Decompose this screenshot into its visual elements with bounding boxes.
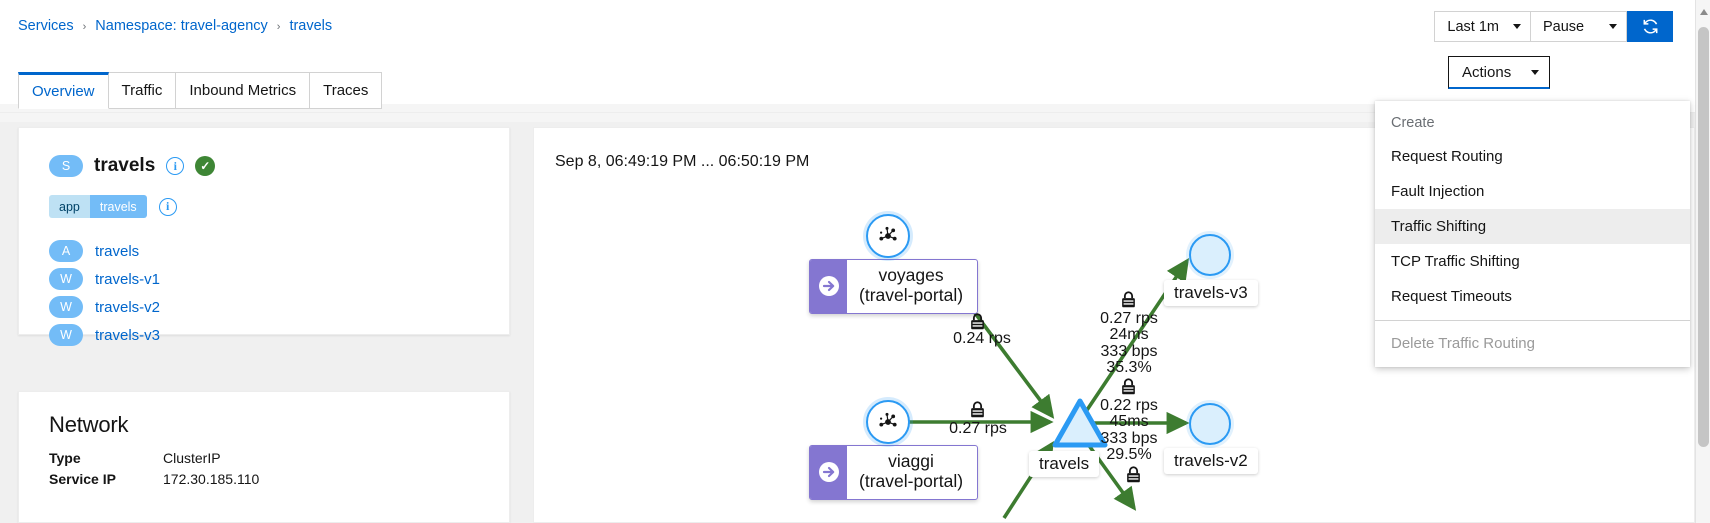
check-circle-icon: ✓ — [195, 156, 215, 176]
viaggi-node-box[interactable]: viaggi (travel-portal) — [809, 445, 978, 500]
actions-dropdown-menu: Create Request Routing Fault Injection T… — [1375, 101, 1690, 367]
network-key-type: Type — [49, 450, 163, 466]
menu-item-tcp-traffic-shifting[interactable]: TCP Traffic Shifting — [1375, 244, 1690, 279]
actions-button[interactable]: Actions — [1448, 56, 1550, 89]
scrollbar-thumb[interactable] — [1698, 27, 1709, 447]
graph-node-travels-v2[interactable] — [1189, 403, 1231, 445]
edge-label-travels-v2: 0.22 rps 45ms 333 bps 29.5% — [1087, 398, 1171, 463]
workload-row: W travels-v2 — [19, 290, 509, 318]
time-controls: Last 1m Pause — [1434, 11, 1673, 42]
network-value-service-ip: 172.30.185.110 — [163, 471, 509, 487]
network-details-grid: Type ClusterIP Service IP 172.30.185.110 — [19, 438, 509, 487]
workload-type-badge: W — [49, 296, 83, 318]
viaggi-node-title: viaggi — [859, 451, 963, 471]
voyages-istio-mesh-icon — [866, 214, 910, 258]
refresh-interval-value: Pause — [1543, 19, 1584, 35]
chevron-down-icon — [1513, 24, 1521, 29]
app-row: A travels — [19, 218, 509, 262]
workload-arrow-icon — [810, 446, 847, 499]
edge-metric-rps: 0.24 rps — [947, 331, 1017, 347]
lock-icon — [1124, 465, 1143, 488]
menu-item-fault-injection[interactable]: Fault Injection — [1375, 174, 1690, 209]
viaggi-istio-mesh-icon — [866, 400, 910, 444]
network-value-type: ClusterIP — [163, 450, 509, 466]
breadcrumb-separator: › — [83, 21, 87, 33]
voyages-node-box[interactable]: voyages (travel-portal) — [809, 259, 978, 314]
chevron-down-icon — [1609, 24, 1617, 29]
refresh-interval-select[interactable]: Pause — [1531, 11, 1627, 42]
workload-link-travels-v2[interactable]: travels-v2 — [95, 299, 160, 316]
menu-item-request-timeouts[interactable]: Request Timeouts — [1375, 279, 1690, 314]
voyages-node-title: voyages — [859, 265, 963, 285]
tab-overview[interactable]: Overview — [18, 72, 109, 109]
network-card-title: Network — [19, 392, 509, 438]
menu-item-request-routing[interactable]: Request Routing — [1375, 139, 1690, 174]
service-title-row: S travels i ✓ — [19, 128, 509, 177]
label-chip-app[interactable]: app travels — [49, 195, 147, 218]
service-labels-row: app travels i — [19, 177, 509, 218]
actions-button-label: Actions — [1462, 64, 1511, 81]
network-card: Network Type ClusterIP Service IP 172.30… — [18, 391, 510, 523]
menu-item-traffic-shifting[interactable]: Traffic Shifting — [1375, 209, 1690, 244]
graph-node-label-travels-v2: travels-v2 — [1164, 448, 1258, 474]
app-link-travels[interactable]: travels — [95, 243, 139, 260]
edge-metric-latency: 45ms — [1087, 414, 1171, 430]
edge-label-travels-v3: 0.27 rps 24ms 333 bps 35.3% — [1087, 311, 1171, 376]
graph-node-voyages[interactable]: voyages (travel-portal) — [809, 259, 978, 314]
viaggi-node-text: viaggi (travel-portal) — [847, 446, 977, 499]
breadcrumb-item-travels[interactable]: travels — [289, 18, 332, 34]
workload-row: W travels-v3 — [19, 318, 509, 346]
edge-metric-percent: 29.5% — [1087, 447, 1171, 463]
app-type-badge: A — [49, 240, 83, 262]
workload-type-badge: W — [49, 324, 83, 346]
breadcrumb: Services › Namespace: travel-agency › tr… — [18, 18, 332, 34]
refresh-icon — [1641, 17, 1660, 36]
scroll-up-arrow-icon[interactable] — [1700, 9, 1708, 15]
refresh-button[interactable] — [1627, 11, 1673, 42]
edge-metric-throughput: 333 bps — [1087, 431, 1171, 447]
service-name: travels — [94, 155, 155, 177]
edge-metric-rps: 0.27 rps — [1087, 311, 1171, 327]
label-key: app — [49, 195, 90, 218]
viaggi-node-subtitle: (travel-portal) — [859, 471, 963, 491]
label-value: travels — [90, 195, 147, 218]
info-icon[interactable]: i — [159, 198, 177, 216]
menu-item-delete-traffic-routing: Delete Traffic Routing — [1375, 326, 1690, 361]
edge-metric-latency: 24ms — [1087, 327, 1171, 343]
dropdown-group-title: Create — [1375, 108, 1690, 139]
info-icon[interactable]: i — [166, 157, 184, 175]
time-range-select[interactable]: Last 1m — [1434, 11, 1531, 42]
page-scrollbar[interactable] — [1695, 0, 1710, 523]
breadcrumb-item-namespace[interactable]: Namespace: travel-agency — [95, 18, 267, 34]
dropdown-divider — [1375, 320, 1690, 321]
service-summary-card: S travels i ✓ app travels i A travels W … — [18, 127, 510, 335]
chevron-down-icon — [1531, 70, 1539, 75]
tab-traces[interactable]: Traces — [310, 72, 382, 109]
voyages-node-text: voyages (travel-portal) — [847, 260, 977, 313]
breadcrumb-item-services[interactable]: Services — [18, 18, 74, 34]
tab-inbound-metrics[interactable]: Inbound Metrics — [176, 72, 310, 109]
page-root: Services › Namespace: travel-agency › tr… — [0, 0, 1710, 523]
edge-label-voyages-travels: 0.24 rps — [947, 331, 1017, 347]
edge-metric-rps: 0.22 rps — [1087, 398, 1171, 414]
workload-arrow-icon — [810, 260, 847, 313]
workload-link-travels-v1[interactable]: travels-v1 — [95, 271, 160, 288]
workload-row: W travels-v1 — [19, 262, 509, 290]
voyages-node-subtitle: (travel-portal) — [859, 285, 963, 305]
graph-node-viaggi[interactable]: viaggi (travel-portal) — [809, 445, 978, 500]
network-key-service-ip: Service IP — [49, 471, 163, 487]
edge-label-viaggi-travels: 0.27 rps — [942, 421, 1014, 437]
graph-node-label-travels-v3: travels-v3 — [1164, 280, 1258, 306]
edge-metric-throughput: 333 bps — [1087, 344, 1171, 360]
graph-node-travels-v3[interactable] — [1189, 234, 1231, 276]
breadcrumb-separator: › — [277, 21, 281, 33]
tab-bar: Overview Traffic Inbound Metrics Traces — [18, 72, 382, 109]
workload-type-badge: W — [49, 268, 83, 290]
edge-metric-rps: 0.27 rps — [942, 421, 1014, 437]
workload-link-travels-v3[interactable]: travels-v3 — [95, 327, 160, 344]
tab-traffic[interactable]: Traffic — [109, 72, 177, 109]
edge-metric-percent: 35.3% — [1087, 360, 1171, 376]
service-type-badge: S — [49, 155, 83, 177]
time-range-value: Last 1m — [1447, 19, 1499, 35]
